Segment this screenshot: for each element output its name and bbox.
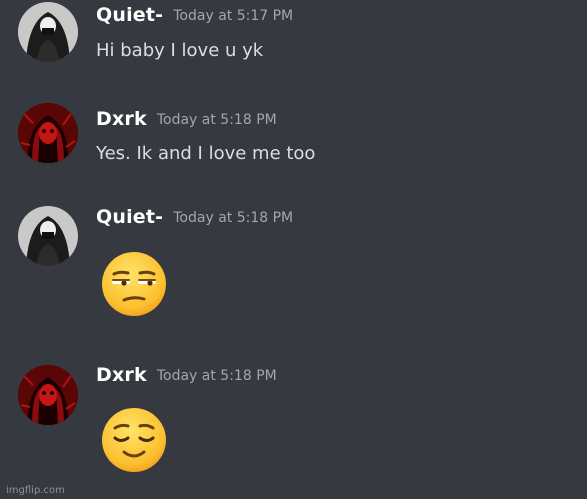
timestamp[interactable]: Today at 5:17 PM (173, 8, 293, 24)
relieved-face-emoji-icon (102, 408, 166, 472)
username[interactable]: Quiet- (96, 4, 163, 26)
message-header: Quiet- Today at 5:18 PM (96, 206, 293, 228)
message-2: Dxrk Today at 5:18 PM Yes. Ik and I love … (0, 100, 587, 200)
username[interactable]: Quiet- (96, 206, 163, 228)
message-1: Quiet- Today at 5:17 PM Hi baby I love u … (0, 0, 587, 100)
red-avatar-icon (18, 365, 78, 425)
username[interactable]: Dxrk (96, 364, 147, 386)
message-header: Dxrk Today at 5:18 PM (96, 364, 277, 386)
avatar[interactable] (18, 103, 78, 163)
avatar[interactable] (18, 206, 78, 266)
unamused-face-emoji-icon (102, 252, 166, 316)
watermark: imgflip.com (6, 485, 65, 496)
timestamp[interactable]: Today at 5:18 PM (173, 210, 293, 226)
gray-avatar-icon (18, 206, 78, 266)
message-text: Yes. Ik and I love me too (96, 143, 316, 164)
message-header: Quiet- Today at 5:17 PM (96, 4, 293, 26)
gray-avatar-icon (18, 2, 78, 62)
red-avatar-icon (18, 103, 78, 163)
avatar[interactable] (18, 365, 78, 425)
message-header: Dxrk Today at 5:18 PM (96, 108, 277, 130)
avatar[interactable] (18, 2, 78, 62)
message-text: Hi baby I love u yk (96, 40, 264, 61)
timestamp[interactable]: Today at 5:18 PM (157, 112, 277, 128)
username[interactable]: Dxrk (96, 108, 147, 130)
timestamp[interactable]: Today at 5:18 PM (157, 368, 277, 384)
message-4: Dxrk Today at 5:18 PM (0, 360, 587, 499)
message-3: Quiet- Today at 5:18 PM (0, 200, 587, 360)
